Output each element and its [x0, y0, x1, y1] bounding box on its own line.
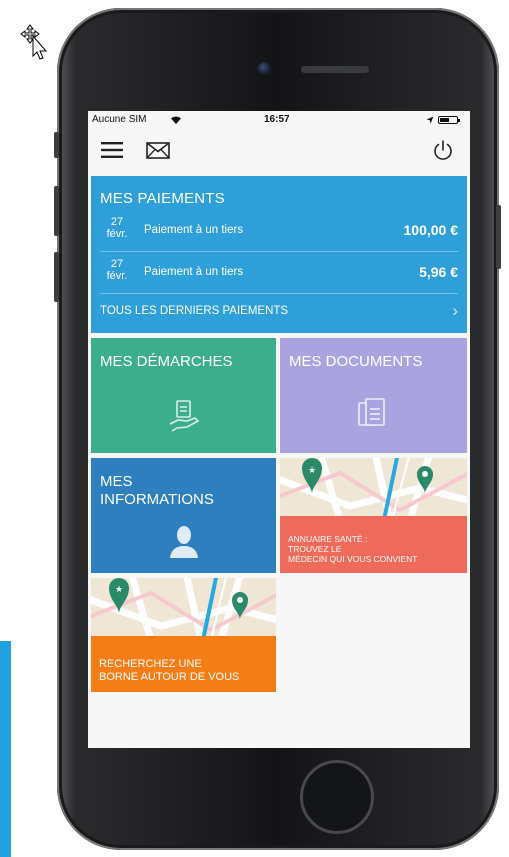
power-side-button [496, 205, 501, 269]
payment-date: 27 févr. [100, 258, 134, 282]
chevron-right-icon: › [452, 301, 458, 320]
borne-caption: RECHERCHEZ UNE BORNE AUTOUR DE VOUS [91, 636, 276, 692]
annuaire-caption: ANNUAIRE SANTÉ : TROUVEZ LE MÉDECIN QUI … [280, 516, 467, 573]
payments-title: MES PAIEMENTS [100, 190, 225, 207]
map-thumbnail: ★ [280, 458, 467, 516]
annuaire-caption-line2: TROUVEZ LE [288, 544, 342, 554]
clock: 16:57 [264, 114, 290, 125]
payment-row[interactable]: 27 févr. Paiement à un tiers 100,00 € [100, 212, 458, 252]
payment-day: 27 [110, 216, 124, 228]
map-thumbnail: ★ [91, 578, 276, 636]
payment-day: 27 [110, 258, 124, 270]
documents-icon [358, 398, 385, 426]
hand-document-icon [169, 400, 200, 432]
payment-label: Paiement à un tiers [144, 224, 244, 236]
svg-text:★: ★ [115, 585, 123, 595]
tile-demarches-title: MES DÉMARCHES [100, 353, 233, 370]
svg-text:★: ★ [308, 466, 316, 476]
hamburger-icon[interactable] [101, 142, 123, 158]
location-arrow-icon [426, 116, 434, 124]
carrier-label: Aucune SIM [92, 114, 147, 125]
wifi-icon [171, 116, 181, 124]
payments-card[interactable]: MES PAIEMENTS 27 févr. Paiement à un tie… [91, 176, 467, 333]
payment-label: Paiement à un tiers [144, 266, 244, 278]
payment-month: févr. [106, 270, 128, 282]
power-icon[interactable] [432, 139, 454, 161]
tile-documents-title: MES DOCUMENTS [289, 353, 423, 370]
tile-informations[interactable]: MES INFORMATIONS [91, 458, 276, 573]
borne-caption-line2: BORNE AUTOUR DE VOUS [99, 671, 240, 683]
person-icon [170, 526, 198, 558]
annuaire-caption-line3: MÉDECIN QUI VOUS CONVIENT [288, 554, 418, 564]
borne-caption-line1: RECHERCHEZ UNE [99, 658, 202, 670]
move-cursor-icon [20, 24, 48, 60]
tile-recherche-borne[interactable]: ★ RECHERCHEZ UNE BORNE AUTOUR DE VOUS [91, 578, 276, 692]
home-button[interactable] [300, 760, 374, 834]
tile-informations-title-line2: INFORMATIONS [100, 491, 214, 508]
tile-demarches[interactable]: MES DÉMARCHES [91, 338, 276, 453]
tile-informations-title-line1: MES [100, 473, 133, 490]
payment-amount: 5,96 € [419, 264, 458, 280]
battery-icon [438, 116, 460, 124]
payment-month: févr. [106, 228, 128, 240]
phone-screen: Aucune SIM 16:57 MES PAIEMENTS 27 févr. … [88, 111, 470, 748]
top-nav-bar [88, 129, 470, 171]
volume-down-button [54, 252, 59, 302]
tile-documents[interactable]: MES DOCUMENTS [280, 338, 467, 453]
payment-amount: 100,00 € [403, 222, 459, 238]
status-bar: Aucune SIM 16:57 [88, 111, 470, 129]
side-accent-bar [0, 641, 11, 857]
tile-informations-title: MES INFORMATIONS [100, 473, 214, 509]
all-payments-link[interactable]: TOUS LES DERNIERS PAIEMENTS [100, 305, 288, 317]
payment-row[interactable]: 27 févr. Paiement à un tiers 5,96 € [100, 254, 458, 294]
payment-date: 27 févr. [100, 216, 134, 240]
envelope-icon[interactable] [146, 142, 170, 159]
mute-switch [54, 132, 59, 158]
front-camera [258, 62, 271, 75]
annuaire-caption-line1: ANNUAIRE SANTÉ : [288, 534, 368, 544]
tile-annuaire-sante[interactable]: ★ ANNUAIRE SANTÉ : TROUVEZ LE MÉDECIN QU… [280, 458, 467, 573]
earpiece-speaker [301, 66, 369, 73]
screenshot: Aucune SIM 16:57 MES PAIEMENTS 27 févr. … [0, 0, 509, 857]
volume-up-button [54, 186, 59, 236]
